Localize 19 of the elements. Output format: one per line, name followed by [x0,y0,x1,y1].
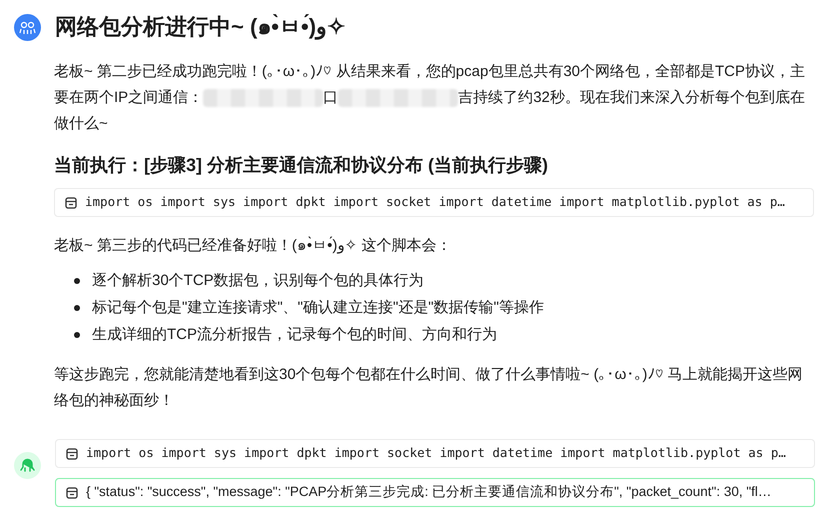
code-block-icon [66,486,78,498]
message-title: 网络包分析进行中~ (๑•̀ㅂ•́)و✧ [55,13,346,41]
list-item: 逐个解析30个TCP数据包，识别每个包的具体行为 [92,271,424,291]
bullet-icon [74,278,80,284]
result-block[interactable]: { "status": "success", "message": "PCAP分析第三步完成: 已分析主要通信流和协议分布", "packet_count": 30, "fl… [55,478,815,507]
code-block[interactable]: import os import sys import dpkt import socket import datetime import matplotlib.pyplot as p… [54,188,814,217]
bot-avatar-icon [14,14,41,40]
paragraph: 老板~ 第三步的代码已经准备好啦！(๑•̀ㅂ•́)و✧ 这个脚本会： [54,236,453,256]
intro-paragraph: 老板~ 第二步已经成功跑完啦！(｡･ω･｡)ﾉ♡ 从结果来看，您的pcap包里总共有30个网络包，全部都是TCP协议，主要在两个IP之间通信： 口 吉持续了约32秒。现在我们来深入分析每个包到底在做什么~ [54,62,806,134]
code-block-icon [66,448,78,460]
closing-paragraph: 等这步跑完，您就能清楚地看到这30个包每个包都在什么时间、做了什么事情啦~ (｡･ω･｡)ﾉ♡ 马上就能揭开这些网络包的神秘面纱！ [54,365,804,411]
code-block-icon [65,196,77,208]
bullet-icon [74,304,80,310]
bullet-icon [74,332,80,338]
section-heading: 当前执行：[步骤3] 分析主要通信流和协议分布 (当前执行步骤) [54,154,549,177]
list-item: 生成详细的TCP流分析报告，记录每个包的时间、方向和行为 [92,325,497,345]
code-block[interactable]: import os import sys import dpkt import socket import datetime import matplotlib.pyplot as p… [55,439,815,468]
list-item: 标记每个包是"建立连接请求"、"确认建立连接"还是"数据传输"等操作 [92,298,544,318]
octopus-avatar-icon [14,452,41,479]
